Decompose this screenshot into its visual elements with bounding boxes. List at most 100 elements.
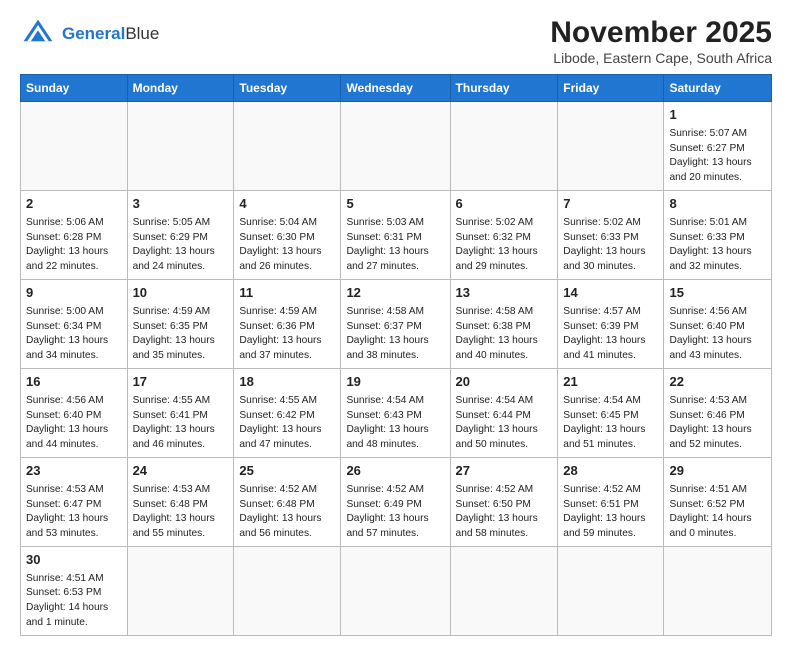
day-info: Sunrise: 5:04 AM (239, 216, 335, 231)
day-info: Sunrise: 4:54 AM (346, 394, 444, 409)
day-info: Daylight: 13 hours and 22 minutes. (26, 245, 122, 275)
day-number: 16 (26, 373, 122, 392)
day-info: Sunset: 6:35 PM (133, 320, 229, 335)
day-number: 24 (133, 462, 229, 481)
day-info: Sunset: 6:45 PM (563, 409, 658, 424)
day-info: Sunrise: 4:57 AM (563, 305, 658, 320)
day-number: 15 (669, 284, 766, 303)
day-info: Sunset: 6:50 PM (456, 498, 553, 513)
calendar-cell (234, 546, 341, 635)
day-info: Sunrise: 5:06 AM (26, 216, 122, 231)
day-info: Daylight: 13 hours and 59 minutes. (563, 512, 658, 542)
day-number: 25 (239, 462, 335, 481)
calendar-cell: 7Sunrise: 5:02 AMSunset: 6:33 PMDaylight… (558, 190, 664, 279)
weekday-header-thursday: Thursday (450, 75, 558, 102)
week-row-6: 30Sunrise: 4:51 AMSunset: 6:53 PMDayligh… (21, 546, 772, 635)
day-info: Sunset: 6:48 PM (239, 498, 335, 513)
day-info: Sunrise: 4:58 AM (346, 305, 444, 320)
day-info: Sunrise: 5:00 AM (26, 305, 122, 320)
calendar-cell (341, 102, 450, 191)
calendar-cell: 18Sunrise: 4:55 AMSunset: 6:42 PMDayligh… (234, 368, 341, 457)
calendar-cell: 30Sunrise: 4:51 AMSunset: 6:53 PMDayligh… (21, 546, 128, 635)
page-title: November 2025 (550, 16, 772, 50)
day-info: Sunrise: 4:59 AM (133, 305, 229, 320)
day-info: Sunset: 6:53 PM (26, 586, 122, 601)
day-info: Sunrise: 4:51 AM (26, 572, 122, 587)
day-info: Daylight: 13 hours and 27 minutes. (346, 245, 444, 275)
day-info: Sunrise: 5:03 AM (346, 216, 444, 231)
day-info: Sunrise: 5:02 AM (563, 216, 658, 231)
day-number: 13 (456, 284, 553, 303)
calendar-cell: 12Sunrise: 4:58 AMSunset: 6:37 PMDayligh… (341, 279, 450, 368)
day-info: Sunset: 6:33 PM (563, 231, 658, 246)
day-info: Sunrise: 4:52 AM (563, 483, 658, 498)
day-info: Daylight: 13 hours and 38 minutes. (346, 334, 444, 364)
day-info: Sunrise: 4:56 AM (26, 394, 122, 409)
day-number: 14 (563, 284, 658, 303)
logo-text: GeneralBlue (62, 24, 159, 44)
logo-icon (20, 16, 56, 52)
day-info: Sunrise: 4:53 AM (669, 394, 766, 409)
calendar-cell: 28 Sunrise: 4:52 AMSunset: 6:51 PMDayligh… (558, 457, 664, 546)
day-info: Sunrise: 4:52 AM (346, 483, 444, 498)
day-info: Daylight: 13 hours and 32 minutes. (669, 245, 766, 275)
calendar-cell: 19Sunrise: 4:54 AMSunset: 6:43 PMDayligh… (341, 368, 450, 457)
day-info: Daylight: 13 hours and 40 minutes. (456, 334, 553, 364)
day-info: Sunset: 6:46 PM (669, 409, 766, 424)
day-info: Sunset: 6:51 PM (563, 498, 658, 513)
calendar-cell: 10Sunrise: 4:59 AMSunset: 6:35 PMDayligh… (127, 279, 234, 368)
calendar-cell (664, 546, 772, 635)
day-info: Daylight: 13 hours and 48 minutes. (346, 423, 444, 453)
day-number: 23 (26, 462, 122, 481)
day-info: Daylight: 13 hours and 50 minutes. (456, 423, 553, 453)
weekday-header-sunday: Sunday (21, 75, 128, 102)
day-number: 5 (346, 195, 444, 214)
weekday-header-saturday: Saturday (664, 75, 772, 102)
title-block: November 2025 Libode, Eastern Cape, Sout… (550, 16, 772, 66)
day-number: 28 (563, 462, 658, 481)
weekday-header-tuesday: Tuesday (234, 75, 341, 102)
day-info: Daylight: 13 hours and 29 minutes. (456, 245, 553, 275)
day-info: Sunrise: 4:55 AM (133, 394, 229, 409)
calendar-cell (341, 546, 450, 635)
calendar-cell: 17Sunrise: 4:55 AMSunset: 6:41 PMDayligh… (127, 368, 234, 457)
calendar-cell (21, 102, 128, 191)
calendar-cell (127, 102, 234, 191)
calendar-cell: 13Sunrise: 4:58 AMSunset: 6:38 PMDayligh… (450, 279, 558, 368)
day-info: Daylight: 13 hours and 47 minutes. (239, 423, 335, 453)
week-row-4: 16Sunrise: 4:56 AMSunset: 6:40 PMDayligh… (21, 368, 772, 457)
calendar-cell: 11Sunrise: 4:59 AMSunset: 6:36 PMDayligh… (234, 279, 341, 368)
calendar-cell: 2Sunrise: 5:06 AMSunset: 6:28 PMDaylight… (21, 190, 128, 279)
weekday-header-row: SundayMondayTuesdayWednesdayThursdayFrid… (21, 75, 772, 102)
day-info: Daylight: 13 hours and 20 minutes. (669, 156, 766, 186)
week-row-5: 23Sunrise: 4:53 AMSunset: 6:47 PMDayligh… (21, 457, 772, 546)
day-info: Sunset: 6:49 PM (346, 498, 444, 513)
day-info: Daylight: 13 hours and 24 minutes. (133, 245, 229, 275)
day-info: Daylight: 13 hours and 26 minutes. (239, 245, 335, 275)
day-info: Sunset: 6:27 PM (669, 142, 766, 157)
day-info: Sunrise: 4:54 AM (563, 394, 658, 409)
day-number: 21 (563, 373, 658, 392)
day-info: Sunrise: 4:58 AM (456, 305, 553, 320)
weekday-header-monday: Monday (127, 75, 234, 102)
day-info: Daylight: 13 hours and 44 minutes. (26, 423, 122, 453)
week-row-1: 1Sunrise: 5:07 AMSunset: 6:27 PMDaylight… (21, 102, 772, 191)
calendar-cell: 6Sunrise: 5:02 AMSunset: 6:32 PMDaylight… (450, 190, 558, 279)
calendar-cell: 16Sunrise: 4:56 AMSunset: 6:40 PMDayligh… (21, 368, 128, 457)
day-number: 2 (26, 195, 122, 214)
day-info: Sunrise: 4:52 AM (456, 483, 553, 498)
day-number: 19 (346, 373, 444, 392)
calendar-cell (234, 102, 341, 191)
calendar-cell: 8Sunrise: 5:01 AMSunset: 6:33 PMDaylight… (664, 190, 772, 279)
day-number: 7 (563, 195, 658, 214)
day-info: Daylight: 13 hours and 37 minutes. (239, 334, 335, 364)
weekday-header-friday: Friday (558, 75, 664, 102)
day-number: 22 (669, 373, 766, 392)
day-info: Sunrise: 4:53 AM (26, 483, 122, 498)
calendar-cell: 24Sunrise: 4:53 AMSunset: 6:48 PMDayligh… (127, 457, 234, 546)
calendar-cell: 1Sunrise: 5:07 AMSunset: 6:27 PMDaylight… (664, 102, 772, 191)
calendar-cell (558, 546, 664, 635)
day-info: Daylight: 13 hours and 43 minutes. (669, 334, 766, 364)
calendar-cell: 23Sunrise: 4:53 AMSunset: 6:47 PMDayligh… (21, 457, 128, 546)
calendar-cell (558, 102, 664, 191)
